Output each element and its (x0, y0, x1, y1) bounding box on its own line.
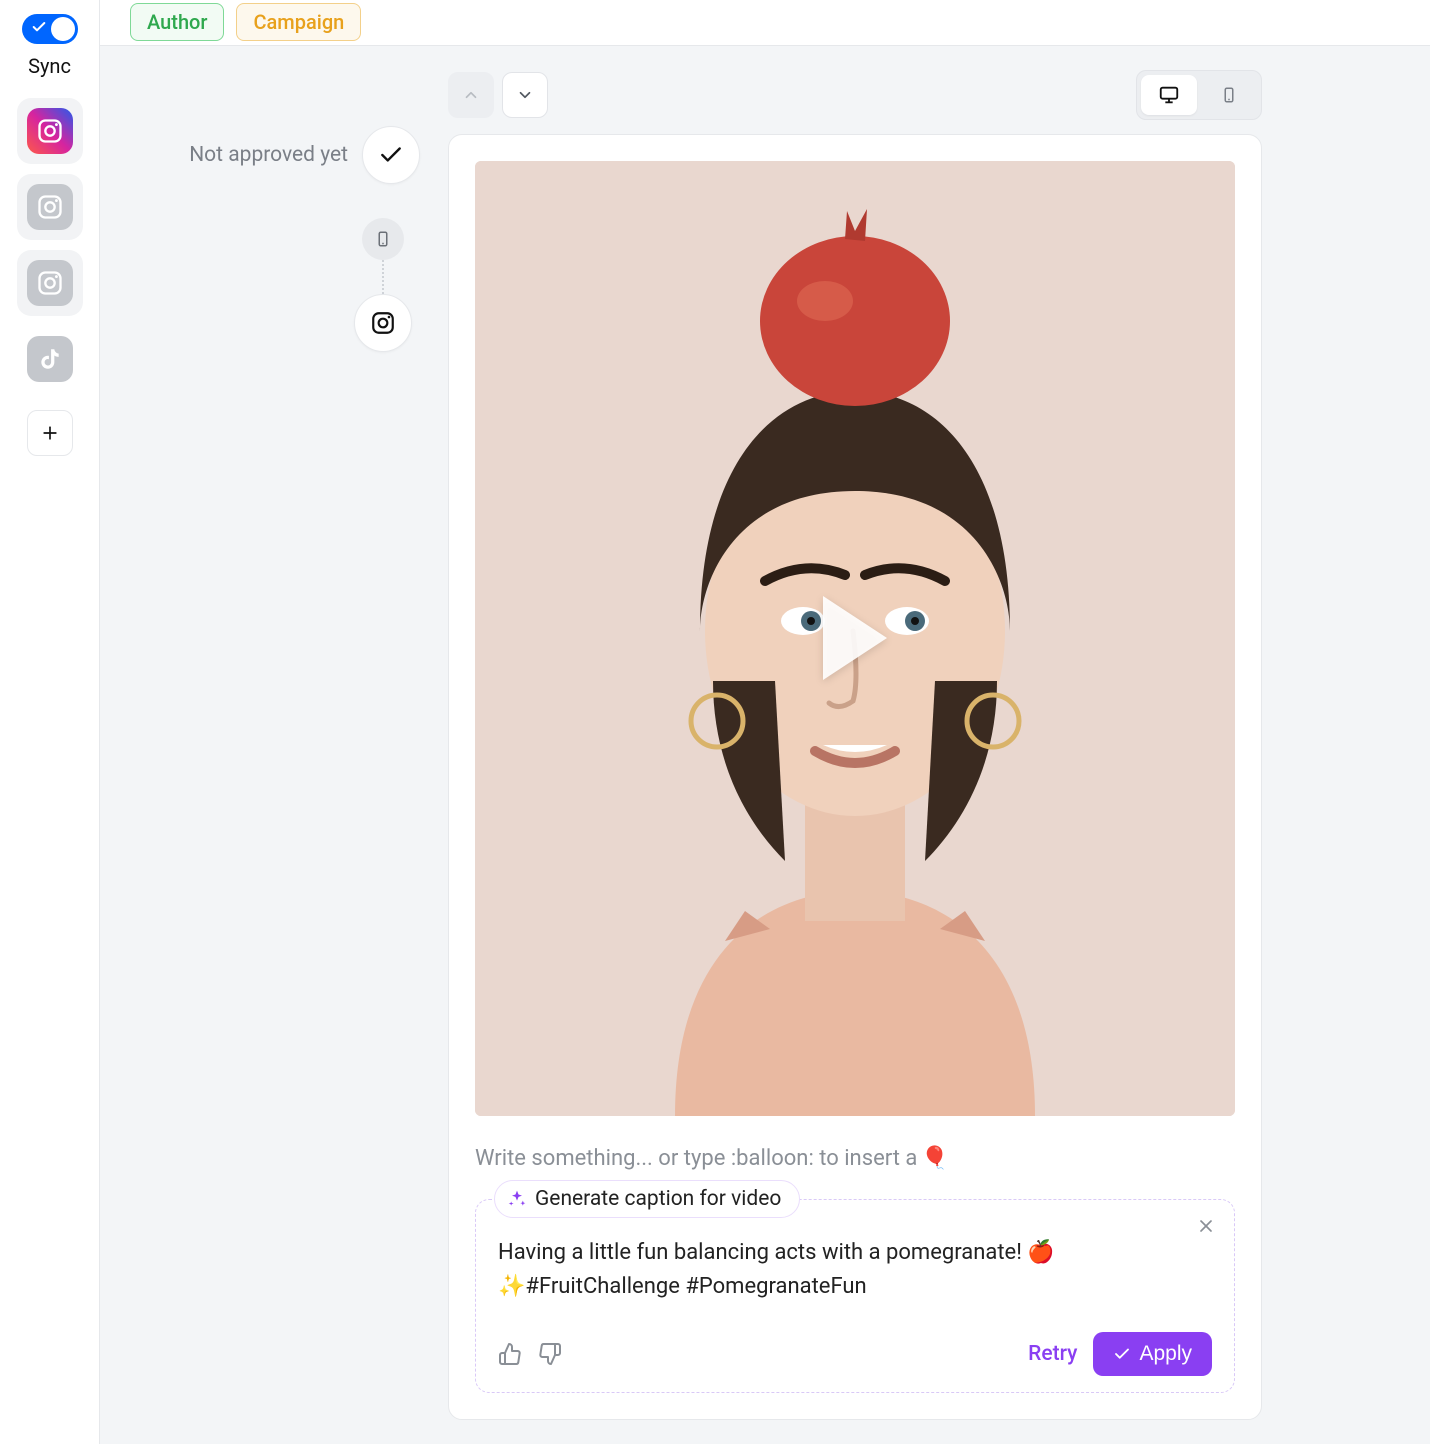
next-post-button[interactable] (502, 72, 548, 118)
canvas: Not approved yet (100, 46, 1430, 1444)
preview-platform-selector (354, 218, 412, 352)
left-rail: Sync (0, 0, 100, 1444)
toggle-knob (51, 17, 75, 41)
thumbs-down-icon (538, 1342, 562, 1366)
prev-post-button (448, 72, 494, 118)
channel-instagram[interactable] (17, 250, 83, 316)
thumbs-up-icon (498, 1342, 522, 1366)
chevron-down-icon (516, 86, 534, 104)
tags-bar: Author Campaign (100, 0, 1430, 46)
instagram-icon (27, 260, 73, 306)
channel-tiktok[interactable] (17, 326, 83, 392)
approve-button[interactable] (362, 126, 420, 184)
instagram-icon (27, 184, 73, 230)
device-desktop-button[interactable] (1141, 75, 1197, 115)
balloon-emoji: 🎈 (921, 1146, 948, 1171)
play-icon (823, 596, 887, 680)
channel-instagram-active[interactable] (17, 98, 83, 164)
check-icon (378, 142, 404, 168)
sync-toggle[interactable] (22, 14, 78, 44)
approval-status: Not approved yet (189, 143, 348, 167)
device-toggle (1136, 70, 1262, 120)
preview-mobile-bubble[interactable] (362, 218, 404, 260)
ai-suggestion-text: Having a little fun balancing acts with … (498, 1236, 1212, 1304)
thumbs-up-button[interactable] (498, 1342, 522, 1366)
close-icon (1196, 1216, 1216, 1236)
tag-author[interactable]: Author (130, 3, 224, 41)
preview-instagram-bubble[interactable] (354, 294, 412, 352)
ai-close-button[interactable] (1190, 1210, 1222, 1242)
check-icon (1113, 1345, 1131, 1363)
connector-line (382, 260, 384, 294)
status-column: Not approved yet (100, 46, 420, 1444)
post-editor-card: Write something... or type :balloon: to … (448, 134, 1262, 1420)
tiktok-icon (27, 336, 73, 382)
apply-label: Apply (1139, 1342, 1192, 1366)
editor-toolbar (448, 70, 1262, 120)
video-preview[interactable] (475, 161, 1235, 1116)
chevron-up-icon (462, 86, 480, 104)
check-icon (31, 19, 47, 35)
device-mobile-button[interactable] (1201, 75, 1257, 115)
page: Author Campaign Not approved yet (100, 0, 1430, 1444)
ai-generate-tab[interactable]: Generate caption for video (494, 1180, 800, 1218)
instagram-icon (27, 108, 73, 154)
thumbs-down-button[interactable] (538, 1342, 562, 1366)
caption-placeholder: Write something... or type :balloon: to … (475, 1146, 917, 1171)
add-channel-button[interactable] (27, 410, 73, 456)
retry-button[interactable]: Retry (1028, 1342, 1077, 1366)
ai-suggestion-box: Generate caption for video Having a litt… (475, 1199, 1235, 1393)
ai-tab-label: Generate caption for video (535, 1187, 781, 1211)
apply-button[interactable]: Apply (1093, 1332, 1212, 1376)
tag-campaign[interactable]: Campaign (236, 3, 361, 41)
channel-instagram[interactable] (17, 174, 83, 240)
editor-column: Write something... or type :balloon: to … (420, 46, 1290, 1444)
sync-label: Sync (28, 54, 71, 78)
sparkle-icon (507, 1189, 527, 1209)
caption-input[interactable]: Write something... or type :balloon: to … (475, 1146, 1235, 1171)
